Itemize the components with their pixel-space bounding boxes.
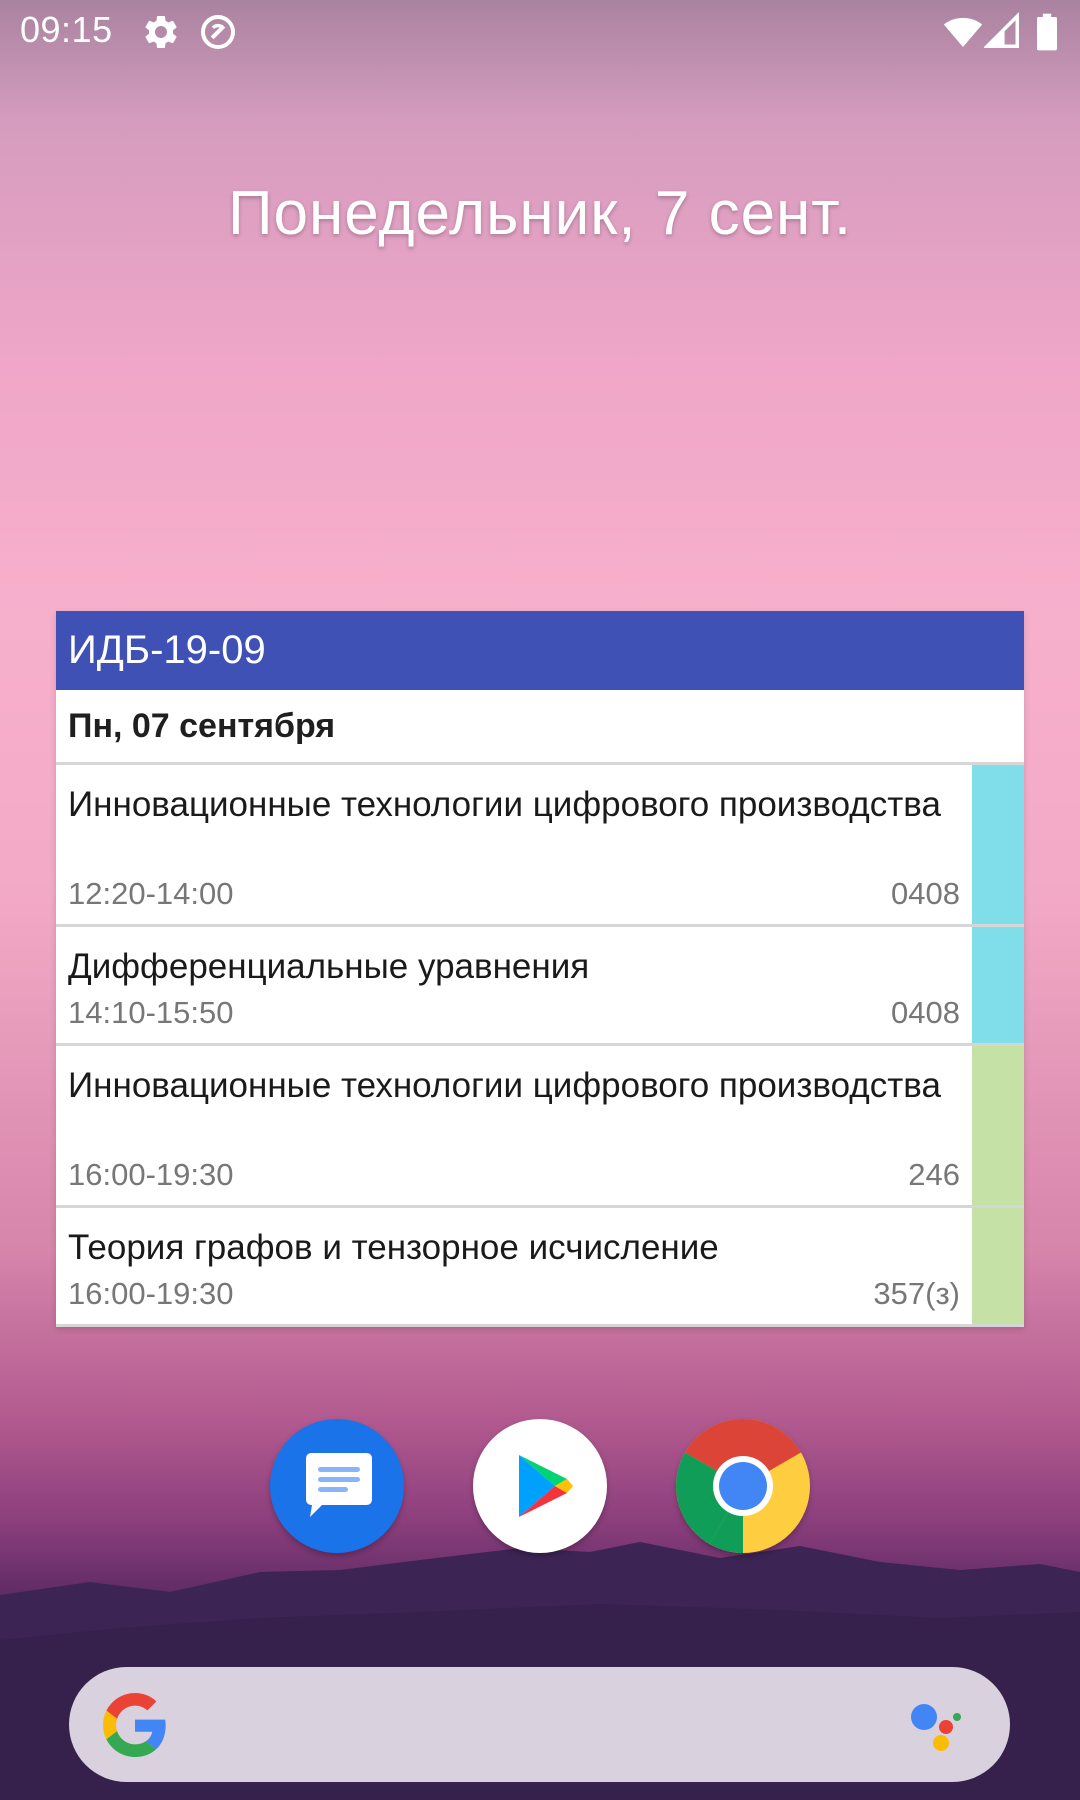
lesson-time: 16:00-19:30 — [68, 1157, 234, 1192]
widget-group-title[interactable]: ИДБ-19-09 — [56, 611, 1024, 690]
status-time: 09:15 — [20, 9, 113, 50]
battery-icon — [1037, 13, 1057, 51]
lesson-room: 246 — [908, 1157, 960, 1192]
schedule-widget[interactable]: ИДБ-19-09 Пн, 07 сентября Инновационные … — [56, 611, 1024, 1327]
lesson-room: 357(з) — [873, 1276, 960, 1311]
lesson-time: 12:20-14:00 — [68, 876, 234, 911]
lesson-item[interactable]: Инновационные технологии цифрового произ… — [56, 1046, 1024, 1208]
messages-icon — [306, 1453, 372, 1517]
google-logo-icon — [103, 1693, 166, 1757]
widget-day-title: Пн, 07 сентября — [56, 690, 1024, 765]
lesson-item[interactable]: Инновационные технологии цифрового произ… — [56, 765, 1024, 927]
google-search-bar[interactable] — [69, 1667, 1010, 1782]
lesson-title: Инновационные технологии цифрового произ… — [68, 785, 941, 824]
lesson-room: 0408 — [891, 995, 960, 1030]
google-assistant-icon — [911, 1704, 961, 1751]
cellular-signal-icon — [984, 12, 1019, 48]
gear-icon — [145, 15, 177, 48]
lesson-color-strip — [972, 1046, 1024, 1205]
lesson-title: Теория графов и тензорное исчисление — [68, 1228, 719, 1267]
do-not-disturb-icon — [201, 15, 235, 49]
lesson-color-strip — [972, 927, 1024, 1043]
lesson-room: 0408 — [891, 876, 960, 911]
lesson-color-strip — [972, 765, 1024, 924]
status-bar: 09:15 — [0, 0, 1080, 64]
lesson-title: Инновационные технологии цифрового произ… — [68, 1066, 941, 1105]
lesson-title: Дифференциальные уравнения — [68, 947, 590, 986]
lesson-item[interactable]: Теория графов и тензорное исчисление 16:… — [56, 1208, 1024, 1327]
play-store-icon — [519, 1455, 573, 1517]
wifi-icon — [943, 17, 983, 47]
messages-app-icon[interactable] — [270, 1419, 404, 1553]
lesson-time: 16:00-19:30 — [68, 1276, 234, 1311]
lesson-time: 14:10-15:50 — [68, 995, 234, 1030]
lesson-item[interactable]: Дифференциальные уравнения 14:10-15:50 0… — [56, 927, 1024, 1046]
home-date[interactable]: Понедельник, 7 сент. — [0, 178, 1080, 249]
lesson-color-strip — [972, 1208, 1024, 1324]
chrome-app-icon[interactable] — [676, 1419, 810, 1553]
chrome-icon — [676, 1419, 810, 1553]
play-store-app-icon[interactable] — [473, 1419, 607, 1553]
